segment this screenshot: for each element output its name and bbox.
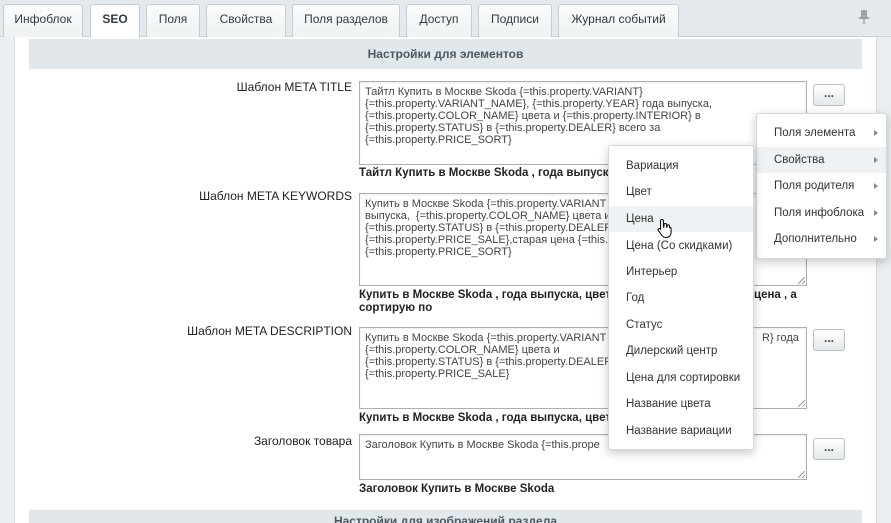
submenu-item[interactable]: Дилерский центр bbox=[609, 339, 753, 363]
meta-title-label: Шаблон META TITLE bbox=[236, 80, 352, 94]
submenu-item[interactable]: Цена (Со скидками) bbox=[609, 234, 753, 258]
tab-bar: Инфоблок SEO Поля Свойства Поля разделов… bbox=[0, 0, 891, 38]
meta-keywords-value: Купить в Москве Skoda {=this.property.VA… bbox=[365, 198, 613, 258]
submenu-item[interactable]: Название цвета bbox=[609, 392, 753, 416]
menu-item-parent-fields[interactable]: Поля родителя bbox=[757, 174, 886, 198]
resize-grip-icon[interactable] bbox=[798, 277, 805, 284]
meta-title-insert-button[interactable]: ... bbox=[813, 84, 845, 106]
hand-cursor-icon bbox=[657, 218, 672, 238]
menu-item-label: Поля родителя bbox=[774, 180, 855, 192]
submenu-item-price[interactable]: Цена bbox=[609, 206, 753, 232]
pin-icon[interactable] bbox=[858, 10, 870, 24]
meta-keywords-label: Шаблон META KEYWORDS bbox=[199, 189, 352, 203]
product-heading-insert-button[interactable]: ... bbox=[813, 438, 845, 460]
resize-grip-icon[interactable] bbox=[798, 471, 805, 478]
menu-item-label: Свойства bbox=[774, 154, 825, 166]
section-header-bottom: Настройки для изображений раздела bbox=[29, 510, 862, 523]
menu-item-properties[interactable]: Свойства bbox=[757, 147, 886, 173]
resize-grip-icon[interactable] bbox=[798, 400, 805, 407]
submenu-item[interactable]: Интерьер bbox=[609, 260, 753, 284]
menu-item-element-fields[interactable]: Поля элемента bbox=[757, 121, 886, 145]
chevron-right-icon bbox=[874, 210, 878, 216]
menu-item-label: Дополнительно bbox=[774, 233, 857, 245]
meta-description-preview: Купить в Москве Skoda , года выпуска, цв… bbox=[359, 412, 618, 424]
menu-item-label: Поля элемента bbox=[774, 127, 856, 139]
meta-description-label: Шаблон META DESCRIPTION bbox=[187, 324, 352, 338]
tab-access[interactable]: Доступ bbox=[406, 4, 472, 37]
submenu-item[interactable]: Год bbox=[609, 286, 753, 310]
meta-description-value: Купить в Москве Skoda {=this.property.VA… bbox=[365, 332, 613, 380]
meta-keywords-preview: Купить в Москве Skoda , года выпуска, цв… bbox=[359, 289, 618, 301]
menu-item-additional[interactable]: Дополнительно bbox=[757, 227, 886, 251]
submenu-item[interactable]: Статус bbox=[609, 313, 753, 337]
tab-fields[interactable]: Поля bbox=[146, 4, 200, 37]
chevron-right-icon bbox=[874, 130, 878, 136]
insert-menu: Поля элемента Свойства Поля родителя Пол… bbox=[756, 113, 887, 259]
section-header: Настройки для элементов bbox=[29, 39, 862, 69]
product-heading-preview: Заголовок Купить в Москве Skoda bbox=[359, 483, 555, 495]
meta-keywords-preview-line2: сортирую по bbox=[359, 302, 433, 314]
menu-item-infoblock-fields[interactable]: Поля инфоблока bbox=[757, 201, 886, 225]
product-heading-value: Заголовок Купить в Москве Skoda {=this.p… bbox=[365, 439, 600, 451]
meta-keywords-preview-end: цена , а bbox=[754, 289, 797, 301]
meta-title-value: Тайтл Купить в Москве Skoda {=this.prope… bbox=[365, 86, 713, 146]
tab-infoblock[interactable]: Инфоблок bbox=[3, 4, 83, 37]
tab-event-log[interactable]: Журнал событий bbox=[558, 4, 679, 37]
chevron-right-icon bbox=[874, 157, 878, 163]
chevron-right-icon bbox=[874, 236, 878, 242]
menu-item-label: Поля инфоблока bbox=[774, 207, 865, 219]
tab-properties[interactable]: Свойства bbox=[206, 4, 286, 37]
submenu-item[interactable]: Цвет bbox=[609, 180, 753, 204]
product-heading-label: Заголовок товара bbox=[253, 434, 352, 448]
meta-description-value-tail: R} года bbox=[762, 332, 799, 344]
chevron-right-icon bbox=[874, 183, 878, 189]
submenu-item[interactable]: Название вариации bbox=[609, 419, 753, 443]
meta-description-insert-button[interactable]: ... bbox=[813, 329, 845, 351]
tab-captions[interactable]: Подписи bbox=[478, 4, 552, 37]
submenu-item[interactable]: Цена для сортировки bbox=[609, 366, 753, 390]
meta-title-preview: Тайтл Купить в Москве Skoda , года выпус… bbox=[359, 167, 615, 179]
submenu-item[interactable]: Вариация bbox=[609, 154, 753, 178]
properties-submenu: Вариация Цвет Цена Цена (Со скидками) Ин… bbox=[608, 145, 754, 450]
tab-seo[interactable]: SEO bbox=[90, 4, 140, 38]
tab-section-fields[interactable]: Поля разделов bbox=[292, 4, 400, 37]
